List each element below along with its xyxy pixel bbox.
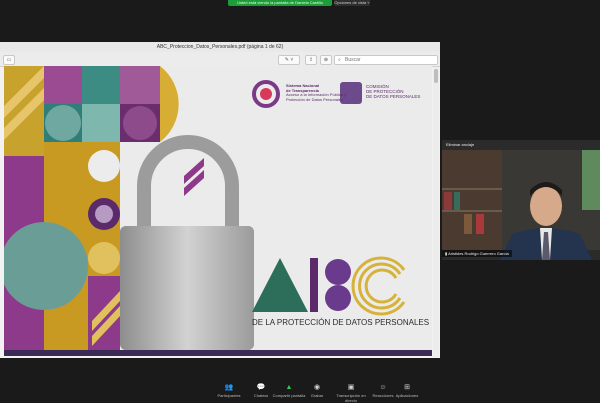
meeting-controls: 👥 Participantes 💬 Chatear ▲ Compartir pa… (0, 382, 600, 403)
screen-share-banner: Usted está viendo la pantalla de Daniela… (228, 0, 332, 6)
slide-artwork (4, 66, 406, 350)
chat-label: Chatear (253, 393, 269, 398)
sidebar-icon: ▭ (6, 57, 12, 63)
search-icon: ⌕ (338, 57, 341, 63)
mic-icon: ▮ (445, 251, 448, 256)
apps-icon: ⊞ (404, 384, 410, 391)
abc-subtitle: DE LA PROTECCIÓN DE DATOS PERSONALES (252, 318, 430, 327)
apps-label: Aplicaciones (395, 393, 419, 398)
pdf-viewer-window: ABC_Proteccion_Datos_Personales.pdf (pág… (0, 42, 440, 358)
participants-icon: 👥 (224, 384, 234, 391)
share-button[interactable]: ⇪ (305, 55, 317, 65)
org1-line4: Protección de Datos Personales (286, 96, 344, 102)
pen-icon: ✎ ˅ (284, 57, 294, 63)
slide-bottom-bar (4, 350, 432, 356)
search-field[interactable]: ⌕ (334, 55, 438, 65)
sidebar-toggle-button[interactable]: ▭ (3, 55, 15, 65)
pdf-scrollbar[interactable] (433, 67, 439, 357)
cc-icon: ▣ (347, 384, 355, 391)
participants-button[interactable]: 👥 Participantes (212, 384, 246, 398)
pdf-toolbar: ▭ ✎ ˅ ⇪ ⊕ ⌕ (0, 52, 440, 67)
share-icon: ⇪ (308, 57, 314, 63)
record-button[interactable]: ◉ Grabar (300, 384, 334, 398)
record-icon: ◉ (313, 384, 321, 391)
markup-button[interactable]: ✎ ˅ (278, 55, 300, 65)
live-transcription-button[interactable]: ▣ Transcripción en directo (334, 384, 368, 403)
participant-video-frame (442, 140, 600, 260)
live-transcription-label: Transcripción en directo (336, 393, 366, 403)
annotate-button[interactable]: ⊕ (320, 55, 332, 65)
pdf-titlebar: ABC_Proteccion_Datos_Personales.pdf (pág… (0, 42, 440, 52)
snt-logo-text: Sistema Nacional de Transparencia Acceso… (286, 83, 346, 102)
org2-line3: DE DATOS PERSONALES (366, 94, 421, 99)
participant-video[interactable]: Eliminar anclaje ▮ Aristides Rodrigo Gue… (442, 140, 600, 260)
pdf-page-slide: Sistema Nacional de Transparencia Acceso… (4, 66, 432, 350)
pdf-title: ABC_Proteccion_Datos_Personales.pdf (pág… (156, 44, 284, 50)
search-input[interactable] (345, 56, 425, 64)
commission-logo-text: COMISIÓN DE PROTECCIÓN DE DATOS PERSONAL… (366, 84, 420, 99)
record-label: Grabar (310, 393, 324, 398)
scrollbar-thumb[interactable] (434, 69, 438, 83)
apps-button[interactable]: ⊞ Aplicaciones (390, 384, 424, 398)
unpin-button[interactable]: Eliminar anclaje (446, 142, 474, 147)
annotate-icon: ⊕ (323, 57, 329, 63)
participants-label: Participantes (217, 393, 241, 398)
participant-name: ▮ Aristides Rodrigo Guerrero García (442, 250, 512, 257)
view-options-button[interactable]: Opciones de vista ˅ (334, 0, 370, 6)
participant-name-text: Aristides Rodrigo Guerrero García (448, 251, 509, 256)
